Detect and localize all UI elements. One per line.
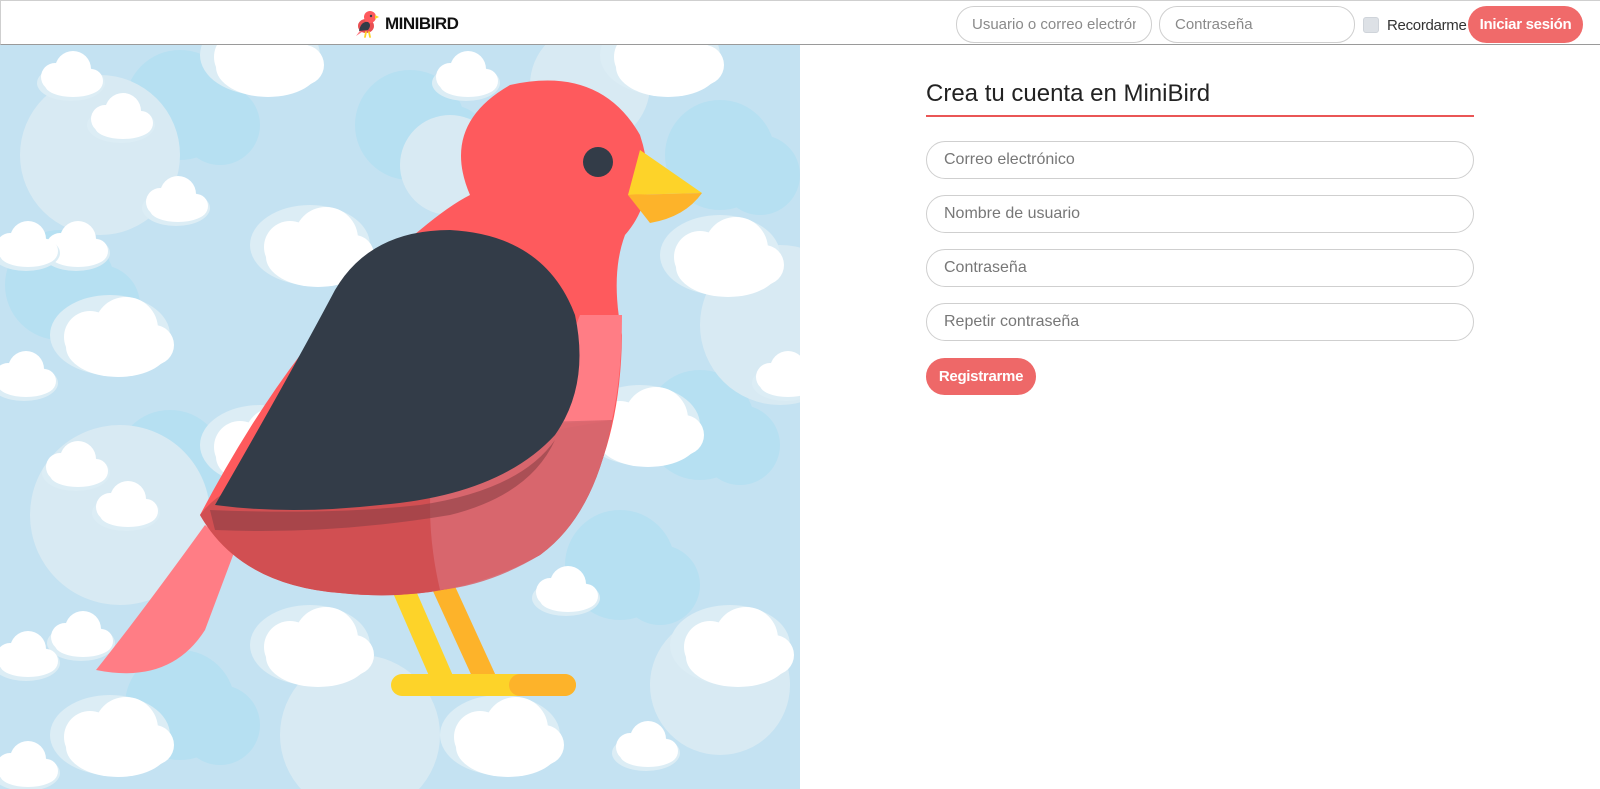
hero-illustration bbox=[0, 45, 800, 789]
register-form: Crea tu cuenta en MiniBird Registrarme bbox=[926, 80, 1474, 395]
register-password-input[interactable] bbox=[926, 249, 1474, 287]
remember-checkbox[interactable] bbox=[1363, 17, 1379, 33]
register-repeat-password-input[interactable] bbox=[926, 303, 1474, 341]
login-username-input[interactable] bbox=[956, 6, 1152, 43]
brand-name: MINIBIRD bbox=[385, 14, 459, 33]
login-password-input[interactable] bbox=[1159, 6, 1355, 43]
brand[interactable]: MINIBIRD bbox=[351, 9, 459, 39]
login-button[interactable]: Iniciar sesión bbox=[1468, 6, 1583, 43]
top-navbar: MINIBIRD Recordarme Iniciar sesión bbox=[0, 0, 1600, 45]
register-title: Crea tu cuenta en MiniBird bbox=[926, 80, 1474, 117]
register-username-input[interactable] bbox=[926, 195, 1474, 233]
register-button[interactable]: Registrarme bbox=[926, 358, 1036, 395]
register-email-input[interactable] bbox=[926, 141, 1474, 179]
remember-label: Recordarme bbox=[1387, 16, 1467, 34]
bird-logo-icon bbox=[356, 11, 379, 38]
bird-illustration bbox=[0, 45, 800, 789]
remember-me[interactable]: Recordarme bbox=[1363, 15, 1467, 35]
